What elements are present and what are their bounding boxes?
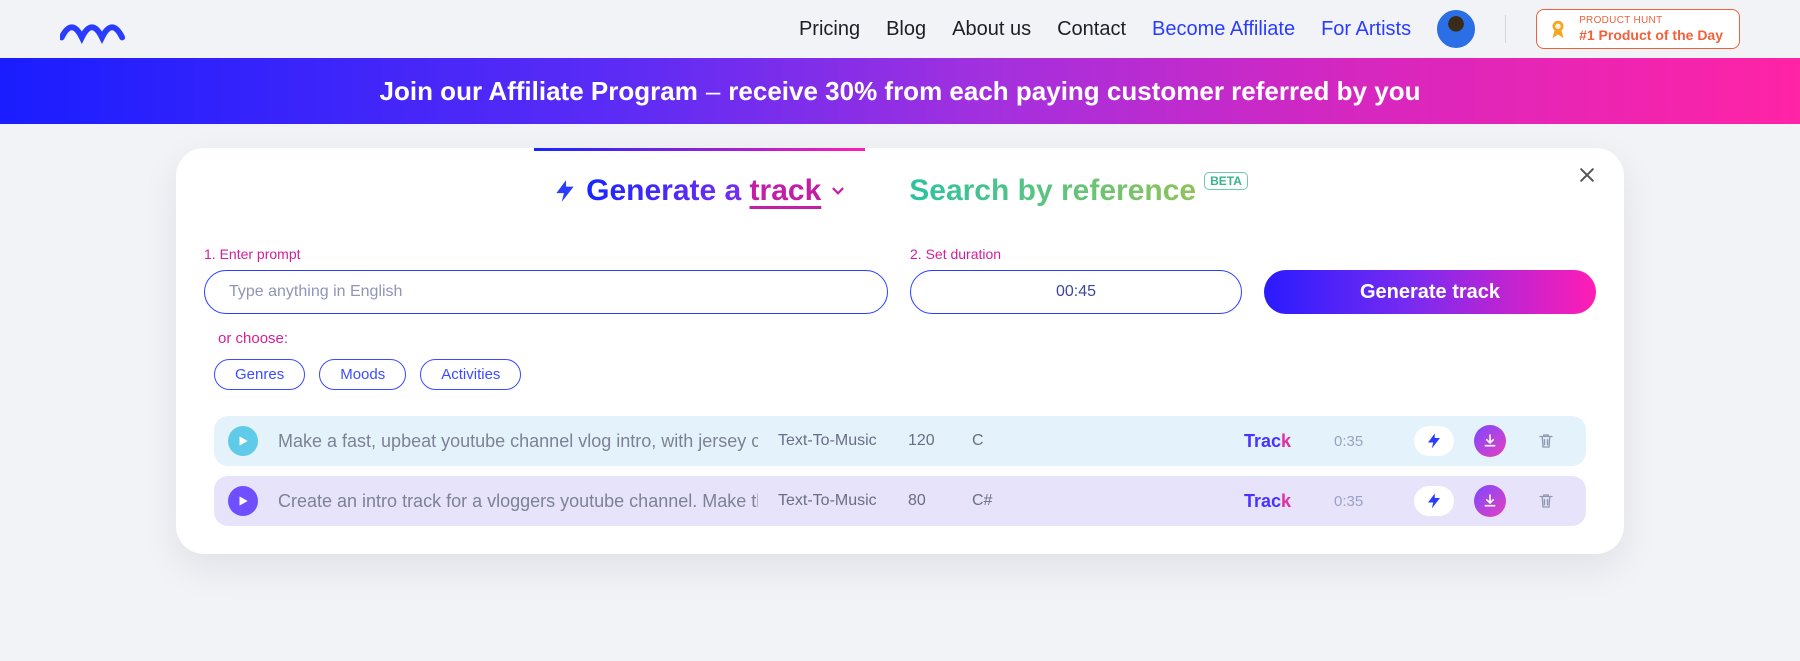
nav-artists[interactable]: For Artists bbox=[1321, 18, 1411, 41]
track-bpm: 120 bbox=[908, 432, 952, 450]
generate-track-button[interactable]: Generate track bbox=[1264, 270, 1596, 314]
nav-affiliate[interactable]: Become Affiliate bbox=[1152, 18, 1295, 41]
banner-text-b: receive 30% from each paying customer re… bbox=[728, 76, 1420, 107]
prompt-input[interactable] bbox=[227, 282, 865, 302]
track-name: Track bbox=[1244, 491, 1314, 512]
or-choose-label: or choose: bbox=[218, 330, 1596, 347]
nav-blog[interactable]: Blog bbox=[886, 18, 926, 41]
prompt-pill[interactable] bbox=[204, 270, 888, 314]
delete-button[interactable] bbox=[1526, 426, 1566, 456]
bolt-icon bbox=[1425, 492, 1443, 510]
download-button[interactable] bbox=[1474, 425, 1506, 457]
close-button[interactable] bbox=[1574, 162, 1600, 188]
nav-contact[interactable]: Contact bbox=[1057, 18, 1126, 41]
track-row: Make a fast, upbeat youtube channel vlog… bbox=[214, 416, 1586, 466]
play-button[interactable] bbox=[228, 486, 258, 516]
close-icon bbox=[1577, 165, 1597, 185]
nav-pricing[interactable]: Pricing bbox=[799, 18, 860, 41]
site-header: Pricing Blog About us Contact Become Aff… bbox=[0, 0, 1800, 58]
track-mode: Text-To-Music bbox=[778, 432, 888, 450]
ph-badge-small: PRODUCT HUNT bbox=[1579, 16, 1723, 26]
nav-separator bbox=[1505, 15, 1506, 43]
logo[interactable] bbox=[60, 14, 144, 44]
track-mode: Text-To-Music bbox=[778, 492, 888, 510]
prompt-chips: Genres Moods Activities bbox=[214, 359, 1596, 390]
track-list: Make a fast, upbeat youtube channel vlog… bbox=[204, 416, 1596, 526]
track-duration: 0:35 bbox=[1334, 433, 1394, 450]
delete-button[interactable] bbox=[1526, 486, 1566, 516]
trash-icon bbox=[1537, 492, 1555, 510]
track-row: Create an intro track for a vloggers you… bbox=[214, 476, 1586, 526]
track-bpm: 80 bbox=[908, 492, 952, 510]
ph-badge-large: #1 Product of the Day bbox=[1579, 28, 1723, 42]
main-nav: Pricing Blog About us Contact Become Aff… bbox=[799, 9, 1740, 49]
duration-label: 2. Set duration bbox=[910, 246, 1242, 262]
track-duration: 0:35 bbox=[1334, 493, 1394, 510]
track-key: C# bbox=[972, 492, 1012, 510]
duration-input[interactable]: 00:45 bbox=[910, 270, 1242, 314]
track-prompt: Create an intro track for a vloggers you… bbox=[278, 491, 758, 512]
track-key: C bbox=[972, 432, 1012, 450]
prompt-label: 1. Enter prompt bbox=[204, 246, 888, 262]
track-prompt: Make a fast, upbeat youtube channel vlog… bbox=[278, 431, 758, 452]
banner-text-a: Join our Affiliate Program bbox=[380, 76, 698, 107]
bolt-icon bbox=[1425, 432, 1443, 450]
download-button[interactable] bbox=[1474, 485, 1506, 517]
mode-tabs: Generate a track Search by reference BET… bbox=[176, 166, 1624, 216]
chip-moods[interactable]: Moods bbox=[319, 359, 406, 390]
beta-badge: BETA bbox=[1204, 172, 1248, 190]
bolt-icon bbox=[552, 178, 578, 204]
track-name: Track bbox=[1244, 431, 1314, 452]
nav-about[interactable]: About us bbox=[952, 18, 1031, 41]
chip-genres[interactable]: Genres bbox=[214, 359, 305, 390]
generator-panel: Generate a track Search by reference BET… bbox=[176, 148, 1624, 554]
product-hunt-badge[interactable]: PRODUCT HUNT #1 Product of the Day bbox=[1536, 9, 1740, 49]
affiliate-banner[interactable]: Join our Affiliate Program – receive 30%… bbox=[0, 58, 1800, 124]
tab-generate-track[interactable]: Generate a track bbox=[548, 166, 851, 216]
chip-activities[interactable]: Activities bbox=[420, 359, 521, 390]
regenerate-button[interactable] bbox=[1414, 486, 1454, 516]
trash-icon bbox=[1537, 432, 1555, 450]
tab-search-by-reference[interactable]: Search by reference BETA bbox=[905, 166, 1252, 216]
regenerate-button[interactable] bbox=[1414, 426, 1454, 456]
play-button[interactable] bbox=[228, 426, 258, 456]
download-icon bbox=[1482, 493, 1498, 509]
banner-dash: – bbox=[706, 76, 720, 107]
chevron-down-icon bbox=[829, 182, 847, 200]
avatar[interactable] bbox=[1437, 10, 1475, 48]
download-icon bbox=[1482, 433, 1498, 449]
medal-icon bbox=[1547, 18, 1569, 40]
play-icon bbox=[236, 434, 250, 448]
play-icon bbox=[236, 494, 250, 508]
